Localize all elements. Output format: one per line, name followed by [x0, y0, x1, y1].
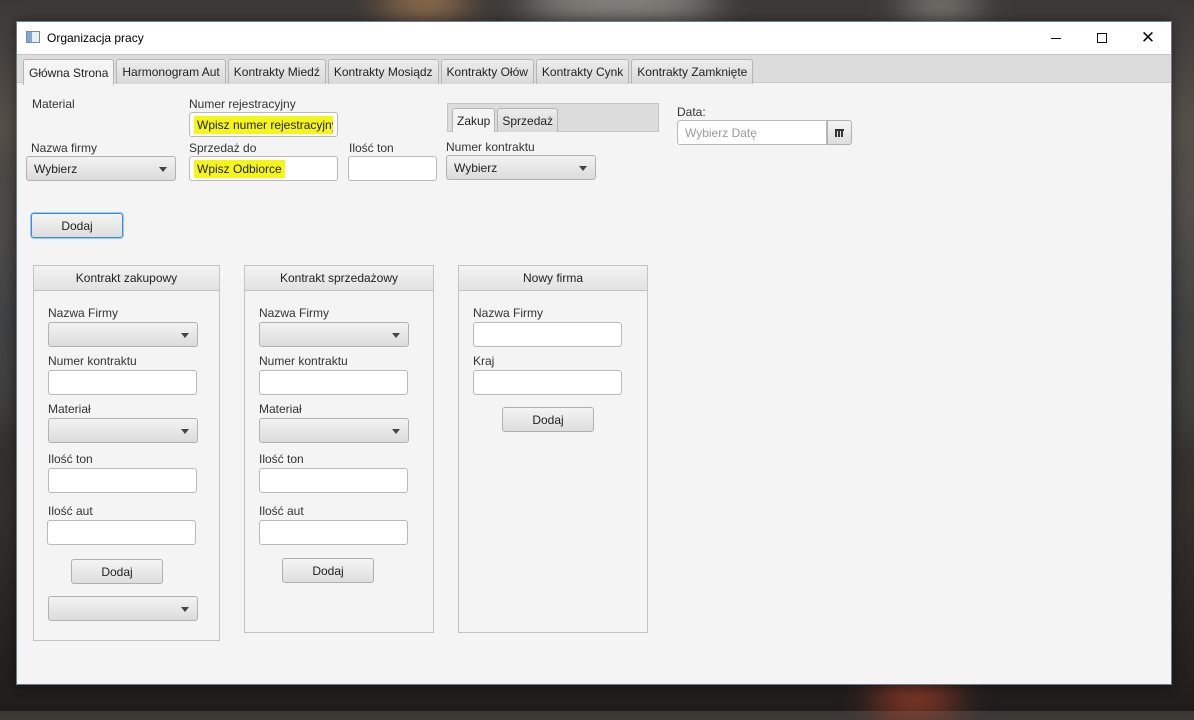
dodaj-button[interactable]: Dodaj	[31, 213, 123, 238]
numer-kontraktu-label: Numer kontraktu	[446, 140, 535, 154]
nazwa-firmy-value: Wybierz	[34, 161, 78, 176]
tab-kontrakty-olow[interactable]: Kontrakty Ołów	[440, 59, 534, 84]
panel-title: Nowy firma	[459, 266, 647, 291]
panel-title: Kontrakt sprzedażowy	[245, 266, 433, 291]
zakup-dodaj-button[interactable]: Dodaj	[71, 559, 163, 584]
chevron-down-icon	[392, 429, 400, 434]
material-label: Materiał	[48, 402, 91, 416]
firma-kraj-input[interactable]	[473, 370, 622, 395]
zakup-numer-kontraktu-input[interactable]	[48, 370, 197, 395]
ilosc-ton-label: Ilość ton	[349, 141, 394, 155]
sprzedaz-numer-kontraktu-input[interactable]	[259, 370, 408, 395]
title-bar: Organizacja pracy ✕	[17, 22, 1171, 54]
numer-kontraktu-label: Numer kontraktu	[48, 354, 137, 368]
nazwa-firmy-label: Nazwa Firmy	[259, 306, 330, 320]
tab-zakup[interactable]: Zakup	[452, 108, 496, 132]
nazwa-firmy-select[interactable]: Wybierz	[26, 156, 176, 181]
sprzedaz-ilosc-ton-input[interactable]	[259, 468, 408, 493]
main-tab-bar: Główna Strona Harmonogram Aut Kontrakty …	[17, 54, 1171, 85]
chevron-down-icon	[159, 167, 167, 172]
ilosc-ton-input[interactable]	[348, 156, 437, 181]
zakup-sprzedaz-tab-bar: Zakup Sprzedaż	[447, 103, 659, 132]
ilosc-aut-label: Ilość aut	[259, 504, 304, 518]
firma-dodaj-button[interactable]: Dodaj	[502, 407, 594, 432]
chevron-down-icon	[181, 333, 189, 338]
sprzedaz-do-placeholder: Wpisz Odbiorce	[194, 160, 285, 178]
chevron-down-icon	[579, 166, 587, 171]
zakup-nazwa-firmy-select[interactable]	[48, 322, 198, 347]
nazwa-firmy-label: Nazwa Firmy	[473, 306, 544, 320]
numer-kontraktu-value: Wybierz	[454, 160, 498, 175]
close-button[interactable]: ✕	[1125, 22, 1171, 54]
date-picker-input[interactable]: Wybierz Datę	[677, 120, 827, 145]
ilosc-aut-label: Ilość aut	[48, 504, 93, 518]
nazwa-firmy-label: Nazwa Firmy	[48, 306, 119, 320]
numer-kontraktu-label: Numer kontraktu	[259, 354, 348, 368]
kontrakt-sprzedazowy-panel: Kontrakt sprzedażowy Nazwa Firmy Numer k…	[244, 265, 434, 633]
app-window: Organizacja pracy ✕ Główna Strona Harmon…	[16, 21, 1172, 685]
numer-kontraktu-select[interactable]: Wybierz	[446, 155, 596, 180]
minimize-icon	[1051, 37, 1061, 39]
tab-glowna-strona[interactable]: Główna Strona	[23, 59, 115, 85]
sprzedaz-nazwa-firmy-select[interactable]	[259, 322, 409, 347]
ilosc-ton-label: Ilość ton	[48, 452, 93, 466]
zakup-extra-select[interactable]	[48, 596, 198, 621]
tab-kontrakty-zamkniete[interactable]: Kontrakty Zamknięte	[631, 59, 754, 84]
numer-rejestracyjny-input[interactable]: Wpisz numer rejestracyjny	[189, 112, 338, 137]
firma-nazwa-input[interactable]	[473, 322, 622, 347]
close-icon: ✕	[1140, 27, 1156, 48]
sprzedaz-ilosc-aut-input[interactable]	[259, 520, 408, 545]
zakup-material-select[interactable]	[48, 418, 198, 443]
tab-kontrakty-miedz[interactable]: Kontrakty Miedź	[227, 59, 326, 84]
nazwa-firmy-label: Nazwa firmy	[31, 141, 98, 155]
tab-kontrakty-cynk[interactable]: Kontrakty Cynk	[535, 59, 630, 84]
app-icon	[26, 31, 40, 43]
numer-rejestracyjny-label: Numer rejestracyjny	[189, 97, 296, 111]
tab-sprzedaz[interactable]: Sprzedaż	[497, 108, 559, 132]
minimize-button[interactable]	[1033, 22, 1079, 54]
window-title: Organizacja pracy	[47, 31, 144, 45]
chevron-down-icon	[181, 607, 189, 612]
maximize-icon	[1097, 33, 1107, 43]
zakup-ilosc-ton-input[interactable]	[48, 468, 197, 493]
material-label: Material	[32, 97, 75, 111]
kraj-label: Kraj	[473, 354, 495, 368]
data-label: Data:	[677, 105, 706, 119]
sprzedaz-do-input[interactable]: Wpisz Odbiorce	[189, 156, 338, 181]
tab-harmonogram-aut[interactable]: Harmonogram Aut	[116, 59, 226, 84]
maximize-button[interactable]	[1079, 22, 1125, 54]
ilosc-ton-label: Ilość ton	[259, 452, 304, 466]
sprzedaz-dodaj-button[interactable]: Dodaj	[282, 558, 374, 583]
material-label: Materiał	[259, 402, 302, 416]
date-picker-button[interactable]	[827, 120, 852, 145]
sprzedaz-do-label: Sprzedaż do	[189, 141, 257, 155]
sprzedaz-material-select[interactable]	[259, 418, 409, 443]
calendar-icon	[835, 128, 844, 137]
nowa-firma-panel: Nowy firma Nazwa Firmy Kraj Dodaj	[458, 265, 648, 633]
kontrakt-zakupowy-panel: Kontrakt zakupowy Nazwa Firmy Numer kont…	[33, 265, 220, 641]
tab-kontrakty-mosiadz[interactable]: Kontrakty Mosiądz	[327, 59, 439, 84]
chevron-down-icon	[392, 333, 400, 338]
zakup-ilosc-aut-input[interactable]	[47, 520, 196, 545]
chevron-down-icon	[181, 429, 189, 434]
numer-rejestracyjny-placeholder: Wpisz numer rejestracyjny	[194, 116, 333, 134]
panel-title: Kontrakt zakupowy	[34, 266, 219, 291]
